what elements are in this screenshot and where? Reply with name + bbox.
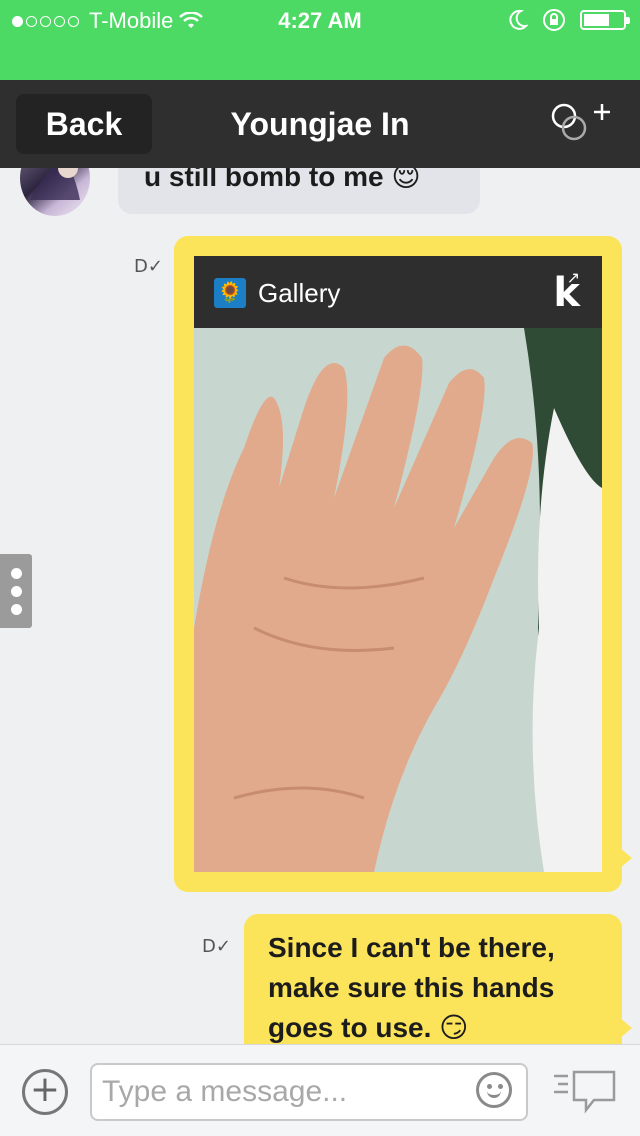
send-icon[interactable] bbox=[550, 1066, 620, 1116]
side-menu-handle[interactable] bbox=[0, 554, 32, 628]
bubble-tail bbox=[620, 1018, 632, 1038]
dot-icon bbox=[10, 585, 22, 597]
input-bar: + bbox=[0, 1044, 640, 1136]
bubble-tail bbox=[620, 848, 632, 868]
battery-fill bbox=[584, 14, 609, 26]
status-right bbox=[508, 8, 630, 32]
plus-button[interactable]: + bbox=[22, 1069, 68, 1115]
gallery-icon: 🌻 bbox=[214, 278, 246, 308]
message-line: goes to use. 😏 bbox=[268, 1012, 469, 1043]
message-input[interactable] bbox=[90, 1063, 528, 1121]
share-arrow-icon: ↗ bbox=[566, 270, 580, 287]
gallery-label: Gallery bbox=[258, 278, 341, 308]
message-line: make sure this hands bbox=[268, 972, 555, 1003]
read-receipt: D✓ bbox=[202, 936, 231, 957]
nav-bar: Back Youngjae In bbox=[0, 80, 640, 168]
rotation-lock-icon bbox=[543, 9, 565, 31]
hand-photo[interactable] bbox=[194, 328, 602, 872]
chat-title: Youngjae In bbox=[230, 106, 410, 142]
sent-message-bubble[interactable]: Since I can't be there, make sure this h… bbox=[244, 914, 622, 1064]
moon-icon bbox=[509, 9, 528, 30]
message-line: Since I can't be there, bbox=[268, 932, 555, 963]
dot-icon bbox=[10, 567, 22, 579]
status-bar: T-Mobile 4:27 AM bbox=[0, 0, 640, 80]
back-button[interactable]: Back bbox=[16, 94, 152, 154]
emoji-icon[interactable] bbox=[476, 1072, 512, 1108]
read-receipt: D✓ bbox=[134, 256, 163, 277]
gallery-card-header[interactable]: 🌻 Gallery k ↗ bbox=[194, 256, 602, 328]
add-friend-icon[interactable] bbox=[550, 100, 614, 150]
battery-icon bbox=[580, 10, 630, 30]
dot-icon bbox=[10, 603, 22, 615]
